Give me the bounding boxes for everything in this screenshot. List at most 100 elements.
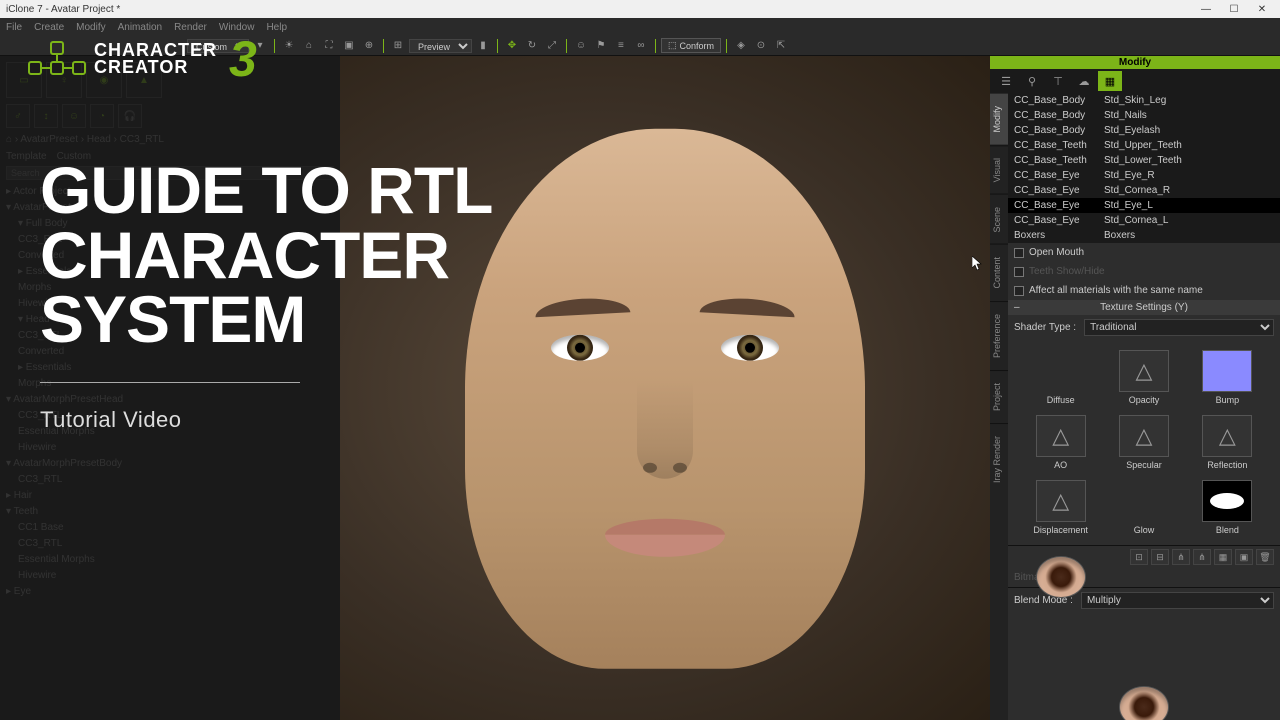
modify-panel: Modify ☰ ⚲ ⊤ ☁ ▦ Modify Visual Scene Con… [990, 56, 1280, 720]
material-row[interactable]: CC_Base_BodyStd_Nails [1008, 108, 1280, 123]
shader-type-select[interactable]: Traditional [1084, 319, 1274, 336]
layers-icon[interactable]: ≡ [612, 38, 630, 54]
sub-icon-4[interactable]: ◔ [90, 104, 114, 128]
pose-icon[interactable]: ☺ [572, 38, 590, 54]
bump-swatch[interactable] [1202, 350, 1252, 392]
sidetab-visual[interactable]: Visual [990, 145, 1008, 194]
scale-icon[interactable]: ⤢ [543, 38, 561, 54]
open-mouth-checkbox[interactable]: Open Mouth [1008, 243, 1280, 262]
sidetab-iray[interactable]: Iray Render [990, 423, 1008, 495]
menu-window[interactable]: Window [219, 22, 255, 33]
menu-render[interactable]: Render [174, 22, 207, 33]
sub-icon-2[interactable]: ↕ [34, 104, 58, 128]
warning-icon: △ [1136, 423, 1153, 449]
sub-icon-5[interactable]: 🎧 [118, 104, 142, 128]
texture-settings-header[interactable]: Texture Settings (Y) [1008, 300, 1280, 315]
add-icon[interactable]: ⊕ [360, 38, 378, 54]
displacement-swatch[interactable]: △ [1036, 480, 1086, 522]
export-icon[interactable]: ⇱ [772, 38, 790, 54]
sidetab-scene[interactable]: Scene [990, 194, 1008, 245]
modify-tab-motion-icon[interactable]: ⚲ [1020, 71, 1044, 91]
material-row[interactable]: CC_Base_EyeStd_Cornea_L [1008, 213, 1280, 228]
move-icon[interactable]: ✥ [503, 38, 521, 54]
tab-template[interactable]: Template [6, 151, 47, 162]
preview-select[interactable]: Preview [409, 39, 472, 53]
warning-icon: △ [1219, 423, 1236, 449]
tex-delete-icon[interactable]: 🗑 [1256, 549, 1274, 565]
diffuse-swatch[interactable] [1036, 556, 1086, 598]
search-input[interactable] [6, 166, 334, 180]
tab-custom[interactable]: Custom [57, 151, 91, 162]
glow-swatch[interactable] [1119, 686, 1169, 720]
search-icon[interactable]: ⊙ [752, 38, 770, 54]
tex-action-4[interactable]: ⋔ [1193, 549, 1211, 565]
modify-tab-cloth-icon[interactable]: ☁ [1072, 71, 1096, 91]
ao-swatch[interactable]: △ [1036, 415, 1086, 457]
tex-action-5[interactable]: ▦ [1214, 549, 1232, 565]
snap-icon[interactable]: ⊞ [389, 38, 407, 54]
material-row[interactable]: BoxersBoxers [1008, 228, 1280, 243]
link-icon[interactable]: ∞ [632, 38, 650, 54]
modify-tab-bones-icon[interactable]: ⊤ [1046, 71, 1070, 91]
affect-all-checkbox[interactable]: Affect all materials with the same name [1008, 281, 1280, 300]
sidetab-preference[interactable]: Preference [990, 301, 1008, 370]
diamond-icon[interactable]: ◈ [732, 38, 750, 54]
menu-help[interactable]: Help [266, 22, 287, 33]
dropdown-icon[interactable]: ▾ [251, 38, 269, 54]
expand-icon[interactable]: ⛶ [320, 38, 338, 54]
window-title: iClone 7 - Avatar Project * [6, 4, 120, 15]
material-row[interactable]: CC_Base_EyeStd_Eye_R [1008, 168, 1280, 183]
menu-bar: File Create Modify Animation Render Wind… [0, 18, 1280, 36]
window-maximize-button[interactable]: ☐ [1222, 2, 1246, 16]
window-minimize-button[interactable]: — [1194, 2, 1218, 16]
shader-type-label: Shader Type : [1014, 322, 1076, 333]
menu-animation[interactable]: Animation [118, 22, 162, 33]
material-row[interactable]: CC_Base_EyeStd_Cornea_R [1008, 183, 1280, 198]
menu-create[interactable]: Create [34, 22, 64, 33]
material-row[interactable]: CC_Base_BodyStd_Skin_Leg [1008, 93, 1280, 108]
menu-file[interactable]: File [6, 22, 22, 33]
prop-tab-icon[interactable]: ▲ [126, 62, 162, 98]
sub-icon-1[interactable]: ♂ [6, 104, 30, 128]
fit-icon[interactable]: ▣ [340, 38, 358, 54]
tex-action-6[interactable]: ▣ [1235, 549, 1253, 565]
conform-button[interactable]: ⬚Conform [661, 38, 721, 53]
camera-icon[interactable]: ▮ [474, 38, 492, 54]
material-row[interactable]: CC_Base_TeethStd_Upper_Teeth [1008, 138, 1280, 153]
tex-action-3[interactable]: ⋔ [1172, 549, 1190, 565]
material-row[interactable]: CC_Base_EyeStd_Eye_L [1008, 198, 1280, 213]
tex-action-1[interactable]: ⊡ [1130, 549, 1148, 565]
material-row[interactable]: CC_Base_TeethStd_Lower_Teeth [1008, 153, 1280, 168]
breadcrumb[interactable]: ⌂ › AvatarPreset › Head › CC3_RTL [6, 134, 334, 145]
modify-tab-material-icon[interactable]: ▦ [1098, 71, 1122, 91]
flag-icon[interactable]: ⚑ [592, 38, 610, 54]
sidetab-project[interactable]: Project [990, 370, 1008, 423]
material-row[interactable]: CC_Base_BodyStd_Eyelash [1008, 123, 1280, 138]
sidetab-content[interactable]: Content [990, 244, 1008, 301]
sidetab-modify[interactable]: Modify [990, 93, 1008, 145]
avatar-tab-icon[interactable]: ♀ [46, 62, 82, 98]
opacity-swatch[interactable]: △ [1119, 350, 1169, 392]
warning-icon: △ [1052, 423, 1069, 449]
blend-swatch[interactable] [1202, 480, 1252, 522]
tex-action-2[interactable]: ⊟ [1151, 549, 1169, 565]
menu-modify[interactable]: Modify [76, 22, 105, 33]
warning-icon: △ [1136, 358, 1153, 384]
blend-mode-select[interactable]: Multiply [1081, 592, 1274, 609]
light-icon[interactable]: ☀ [280, 38, 298, 54]
3d-viewport[interactable] [340, 56, 990, 720]
project-tab-icon[interactable]: ▭ [6, 62, 42, 98]
sub-icon-3[interactable]: ☺ [62, 104, 86, 128]
texture-grid: Diffuse △Opacity Bump △AO △Specular △Ref… [1008, 340, 1280, 545]
window-close-button[interactable]: ✕ [1250, 2, 1274, 16]
rotate-icon[interactable]: ↻ [523, 38, 541, 54]
home-icon[interactable]: ⌂ [300, 38, 318, 54]
camera-preset-select[interactable]: Custom [187, 39, 249, 53]
content-tree[interactable]: ▸ Actor Project▾ AvatarPreset ▾ Full Bod… [6, 184, 334, 600]
modify-panel-header: Modify [990, 56, 1280, 69]
warning-icon: △ [1052, 488, 1069, 514]
modify-tab-sliders-icon[interactable]: ☰ [994, 71, 1018, 91]
accessory-tab-icon[interactable]: ◉ [86, 62, 122, 98]
specular-swatch[interactable]: △ [1119, 415, 1169, 457]
reflection-swatch[interactable]: △ [1202, 415, 1252, 457]
